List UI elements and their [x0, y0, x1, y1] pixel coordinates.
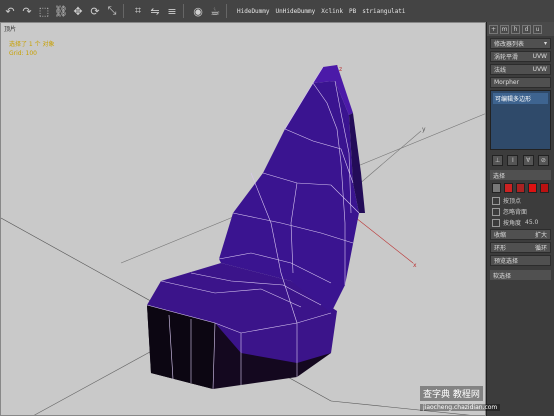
- modifier-list-dropdown[interactable]: 修改器列表 ▾: [490, 38, 551, 49]
- vertex-mode-icon[interactable]: [492, 183, 501, 193]
- y-axis-label: y: [422, 126, 426, 133]
- tab-utilities[interactable]: u: [533, 24, 542, 34]
- checkbox-label: 忽略背面: [503, 209, 528, 216]
- shrink-button[interactable]: 收缩: [494, 230, 506, 239]
- soft-selection-rollout-header[interactable]: 软选择: [490, 270, 551, 280]
- render-icon[interactable]: ◉: [191, 4, 205, 18]
- modifier-label: 涡轮平滑: [494, 54, 519, 61]
- angle-value[interactable]: 45.0: [525, 219, 538, 226]
- ring-button[interactable]: 环形: [494, 243, 506, 252]
- command-panel: + m h d u 修改器列表 ▾ 涡轮平滑 UVW 法线 UVW Morphe…: [486, 22, 554, 416]
- mirror-icon[interactable]: ⇋: [148, 4, 162, 18]
- element-mode-icon[interactable]: [540, 183, 549, 193]
- by-angle-checkbox[interactable]: 按角度 45.0: [492, 218, 549, 227]
- preview-selection-label: 预览选择: [494, 258, 519, 265]
- checkbox-label: 按顶点: [503, 198, 522, 205]
- shrink-grow-row: 收缩 扩大: [490, 229, 551, 240]
- redo-icon[interactable]: ↷: [20, 4, 34, 18]
- soft-selection-title: 软选择: [493, 272, 512, 280]
- z-axis-label: z: [339, 66, 342, 73]
- loop-button[interactable]: 循环: [535, 243, 547, 252]
- modifier-button-normal[interactable]: 法线 UVW: [490, 64, 551, 75]
- show-end-result-icon[interactable]: I: [507, 154, 519, 166]
- link-icon[interactable]: ⛓: [54, 4, 68, 18]
- tab-hierarchy[interactable]: h: [511, 24, 520, 34]
- tab-modify[interactable]: m: [500, 24, 509, 34]
- select-icon[interactable]: ⬚: [37, 4, 51, 18]
- xclink-button[interactable]: Xclink: [321, 8, 343, 15]
- preview-selection-row[interactable]: 预览选择: [490, 255, 551, 266]
- ignore-backfacing-checkbox[interactable]: 忽略背面: [492, 207, 549, 216]
- watermark-url: jiaocheng.chazidian.com: [420, 404, 501, 411]
- move-icon[interactable]: ✥: [71, 4, 85, 18]
- toolbar-divider: [183, 4, 184, 18]
- striangulate-button[interactable]: striangulati: [362, 8, 405, 15]
- pb-button[interactable]: PB: [349, 8, 356, 15]
- unhidedummy-button[interactable]: UnHideDummy: [276, 8, 316, 15]
- perspective-viewport[interactable]: 顶片 选择了 1 个 对象 Grid: 100 z x y: [0, 22, 486, 416]
- modifier-button-turbosmooth[interactable]: 涡轮平滑 UVW: [490, 51, 551, 62]
- toolbar-divider: [123, 4, 124, 18]
- tab-create[interactable]: +: [489, 24, 498, 34]
- toolbar-divider: [226, 4, 227, 18]
- panel-tabs: + m h d u: [487, 22, 554, 36]
- rotate-icon[interactable]: ⟳: [88, 4, 102, 18]
- chevron-down-icon: ▾: [543, 40, 547, 47]
- subobject-level-buttons: [492, 183, 549, 193]
- edge-mode-icon[interactable]: [504, 183, 513, 193]
- selection-rollout-header[interactable]: 选择: [490, 170, 551, 180]
- x-axis-label: x: [413, 262, 417, 269]
- ring-loop-row: 环形 循环: [490, 242, 551, 253]
- car-seat-model[interactable]: [146, 65, 365, 390]
- scene-canvas: z x y: [1, 65, 485, 415]
- modifier-button-morpher[interactable]: Morpher: [490, 77, 551, 88]
- tab-display[interactable]: d: [522, 24, 531, 34]
- grow-button[interactable]: 扩大: [535, 230, 547, 239]
- modifier-label: 法线: [494, 67, 507, 74]
- make-unique-icon[interactable]: ∀: [522, 154, 534, 166]
- polygon-mode-icon[interactable]: [528, 183, 537, 193]
- hidedummy-button[interactable]: HideDummy: [237, 8, 270, 15]
- pin-stack-icon[interactable]: ⊥: [492, 154, 504, 166]
- modifier-list-label: 修改器列表: [494, 41, 525, 48]
- modifier-value: UVW: [532, 53, 547, 60]
- stack-tools: ⊥ I ∀ ⊘: [490, 154, 551, 166]
- by-vertex-checkbox[interactable]: 按顶点: [492, 196, 549, 205]
- modifier-stack[interactable]: 可编辑多边形: [490, 90, 551, 150]
- border-mode-icon[interactable]: [516, 183, 525, 193]
- modifier-value: UVW: [532, 66, 547, 73]
- main-toolbar: ↶ ↷ ⬚ ⛓ ✥ ⟳ ⤡ ⌗ ⇋ ≡ ◉ ☕ HideDummy UnHide…: [0, 0, 554, 23]
- remove-modifier-icon[interactable]: ⊘: [537, 154, 549, 166]
- selection-rollout-title: 选择: [493, 172, 506, 180]
- undo-icon[interactable]: ↶: [3, 4, 17, 18]
- teapot-icon[interactable]: ☕: [208, 4, 222, 18]
- snap-icon[interactable]: ⌗: [131, 4, 145, 18]
- modifier-label: Morpher: [494, 79, 520, 86]
- watermark-site: 查字典 教程网: [420, 386, 483, 401]
- scale-icon[interactable]: ⤡: [105, 4, 119, 18]
- stack-item[interactable]: 可编辑多边形: [493, 93, 548, 104]
- align-icon[interactable]: ≡: [165, 4, 179, 18]
- checkbox-label: 按角度: [503, 220, 522, 227]
